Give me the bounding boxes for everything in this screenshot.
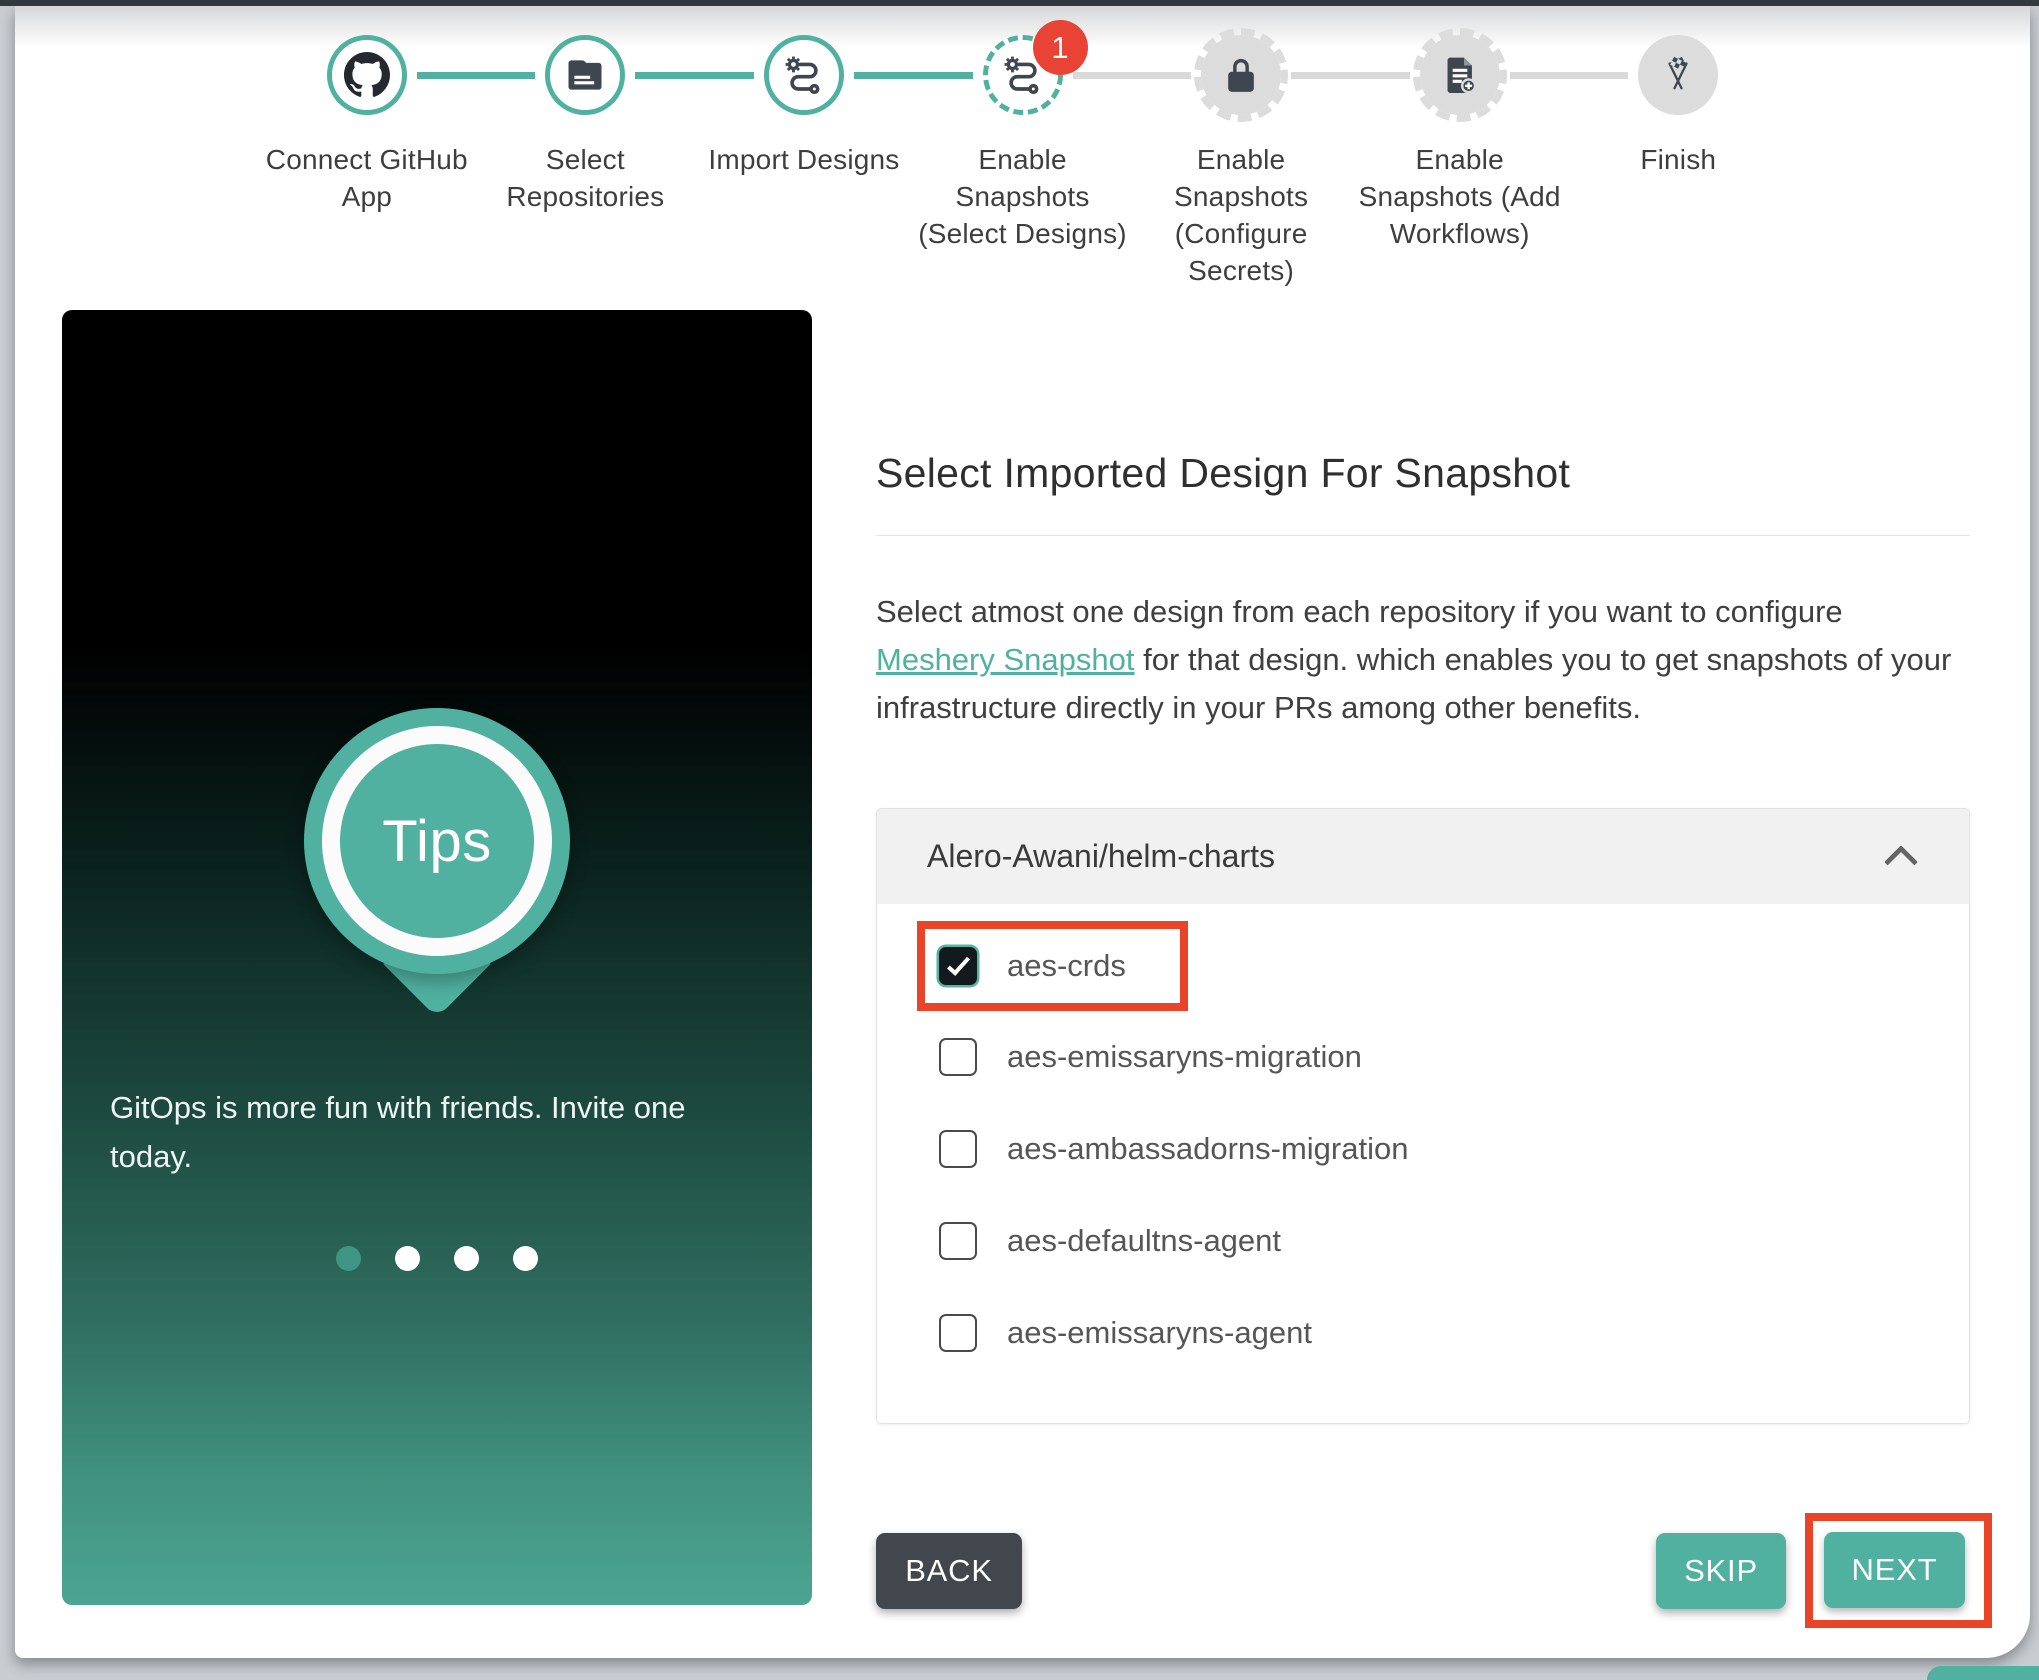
step-circle-upcoming bbox=[1412, 28, 1507, 122]
step-label: Select Repositories bbox=[506, 144, 665, 212]
chat-widget-peek[interactable] bbox=[1927, 1666, 2039, 1680]
step-circle-completed bbox=[763, 35, 844, 115]
tips-pin-badge: Tips bbox=[304, 708, 570, 1018]
step-circle-completed bbox=[326, 35, 407, 115]
design-row: aes-emissaryns-agent bbox=[939, 1287, 1969, 1379]
tips-message: GitOps is more fun with friends. Invite … bbox=[110, 1090, 686, 1174]
chevron-up-icon[interactable] bbox=[1884, 844, 1918, 879]
tips-carousel-panel: Tips GitOps is more fun with friends. In… bbox=[62, 310, 812, 1605]
tips-pin-circle: Tips bbox=[304, 708, 570, 974]
checkmark-icon bbox=[946, 951, 970, 976]
design-checkbox-list: aes-crds aes-emissaryns-migration aes-am… bbox=[877, 904, 1969, 1423]
annotation-box-next: NEXT bbox=[1805, 1513, 1992, 1629]
lock-icon bbox=[1228, 58, 1254, 92]
annotation-box-aes-crds: aes-crds bbox=[917, 921, 1188, 1012]
carousel-dots bbox=[336, 1245, 538, 1271]
step-circle-upcoming bbox=[1638, 35, 1719, 115]
step-label: Finish bbox=[1640, 144, 1717, 175]
step-finish: Finish bbox=[1509, 35, 1788, 290]
window-top-edge bbox=[0, 0, 2039, 6]
step-circle-upcoming bbox=[1194, 28, 1289, 122]
repository-accordion-header[interactable]: Alero-Awani/helm-charts bbox=[877, 809, 1969, 905]
design-row: aes-emissaryns-migration bbox=[939, 1011, 1969, 1103]
description-text: Select atmost one design from each repos… bbox=[876, 588, 1970, 732]
carousel-dot[interactable] bbox=[513, 1245, 538, 1271]
document-add-icon bbox=[1447, 57, 1476, 94]
carousel-dot[interactable] bbox=[454, 1245, 479, 1271]
step-circle-active: 1 bbox=[982, 20, 1088, 115]
design-label: aes-emissaryns-migration bbox=[1007, 1039, 1362, 1075]
step-label: Import Designs bbox=[708, 144, 900, 175]
design-label: aes-defaultns-agent bbox=[1007, 1223, 1282, 1259]
back-button[interactable]: BACK bbox=[876, 1532, 1022, 1609]
repository-icon bbox=[568, 60, 602, 90]
repository-accordion: Alero-Awani/helm-charts aes-crds aes-emi… bbox=[876, 808, 1970, 1425]
skip-button[interactable]: SKIP bbox=[1656, 1532, 1786, 1609]
wizard-actions: BACK SKIP NEXT bbox=[876, 1513, 1992, 1629]
step-label: Enable Snapshots (Configure Secrets) bbox=[1174, 144, 1309, 286]
design-row: aes-defaultns-agent bbox=[939, 1195, 1969, 1287]
design-checkbox[interactable] bbox=[939, 1130, 977, 1169]
step-label: Connect GitHub App bbox=[265, 144, 468, 212]
carousel-dot[interactable] bbox=[395, 1245, 420, 1271]
notification-badge: 1 bbox=[1032, 20, 1088, 75]
title-divider bbox=[876, 535, 1970, 536]
finish-flags-icon bbox=[1668, 56, 1688, 90]
repository-name: Alero-Awani/helm-charts bbox=[927, 838, 1275, 875]
design-label: aes-emissaryns-agent bbox=[1007, 1315, 1312, 1351]
design-checkbox[interactable] bbox=[939, 1314, 977, 1353]
tips-label: Tips bbox=[340, 744, 534, 938]
design-route-icon bbox=[785, 56, 820, 95]
github-icon bbox=[343, 52, 390, 97]
step-label: Enable Snapshots (Add Workflows) bbox=[1358, 144, 1561, 249]
snapshot-design-selection: Select Imported Design For Snapshot Sele… bbox=[876, 310, 1992, 1629]
design-label: aes-ambassadorns-migration bbox=[1007, 1131, 1409, 1167]
step-circle-completed bbox=[545, 35, 626, 115]
setup-stepper: Connect GitHub App Select Repositories I… bbox=[258, 20, 1788, 290]
onboarding-modal: Connect GitHub App Select Repositories I… bbox=[15, 6, 2030, 1658]
design-checkbox[interactable] bbox=[939, 1222, 977, 1261]
next-button[interactable]: NEXT bbox=[1824, 1532, 1965, 1609]
design-row: aes-ambassadorns-migration bbox=[939, 1103, 1969, 1195]
design-checkbox-checked[interactable] bbox=[939, 947, 977, 986]
design-label: aes-crds bbox=[1007, 948, 1126, 984]
carousel-dot-active[interactable] bbox=[336, 1245, 361, 1271]
design-checkbox[interactable] bbox=[939, 1038, 977, 1077]
step-label: Enable Snapshots (Select Designs) bbox=[918, 144, 1127, 249]
description-before: Select atmost one design from each repos… bbox=[876, 594, 1843, 629]
page-title: Select Imported Design For Snapshot bbox=[876, 450, 1571, 496]
meshery-snapshot-link[interactable]: Meshery Snapshot bbox=[876, 642, 1134, 677]
